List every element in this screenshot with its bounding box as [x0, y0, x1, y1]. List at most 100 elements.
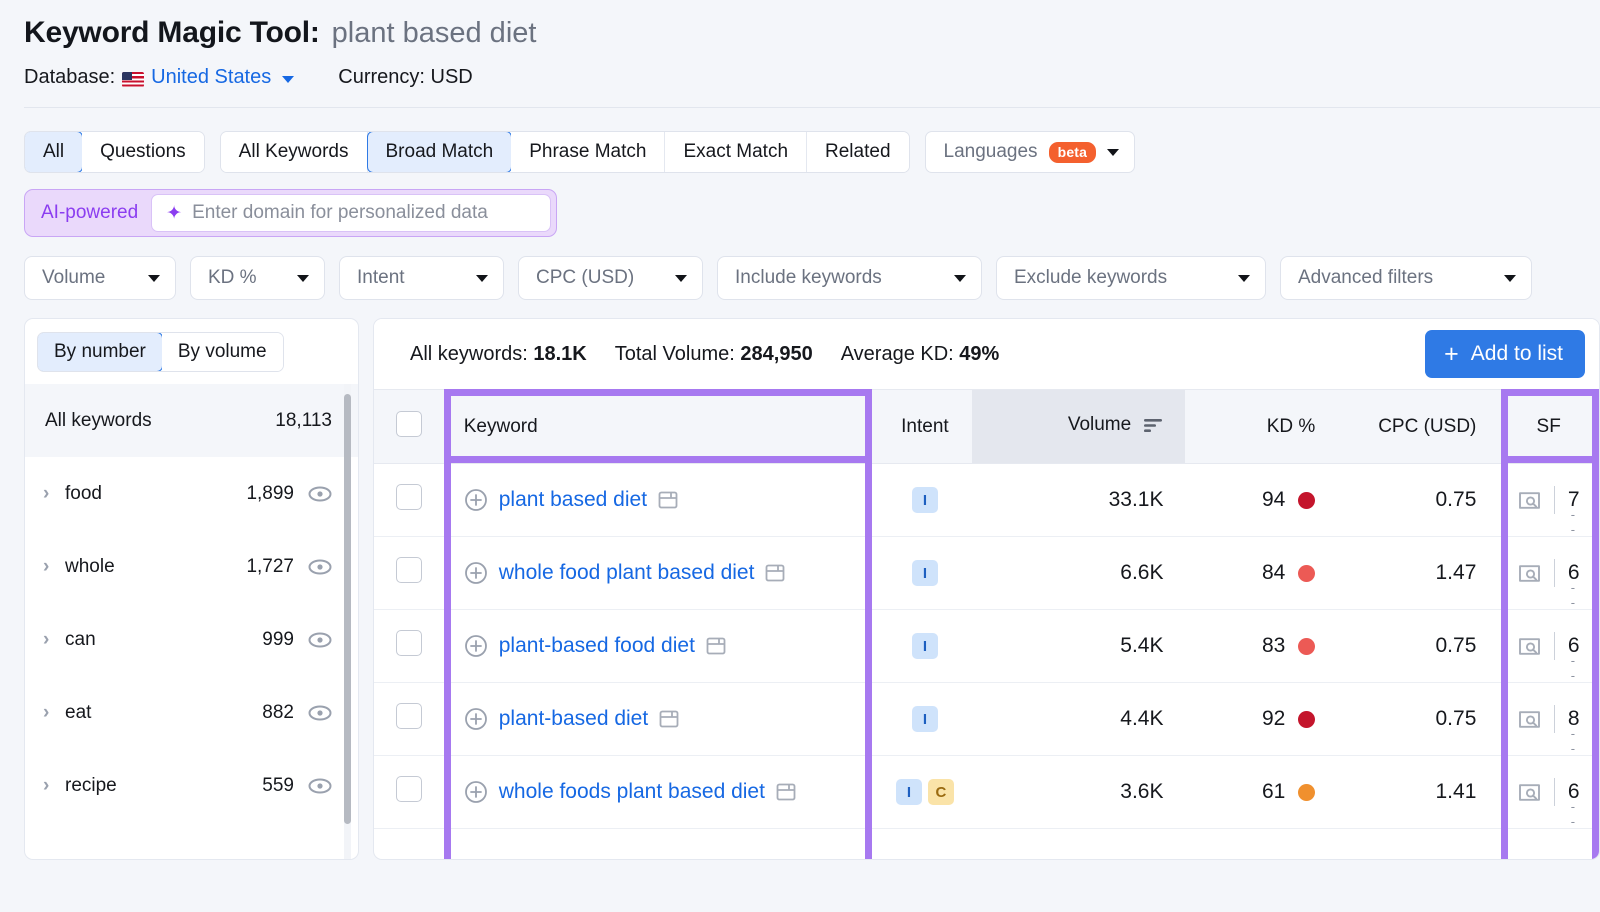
filter-exclude-keywords[interactable]: Exclude keywords	[996, 256, 1266, 300]
database-selector[interactable]: Database: United States	[24, 66, 294, 89]
filter-include-keywords[interactable]: Include keywords	[717, 256, 982, 300]
sidebar-item-whole[interactable]: › whole 1,727	[25, 530, 358, 603]
serp-features-icon[interactable]	[1518, 490, 1541, 511]
tab-related[interactable]: Related	[807, 132, 909, 172]
keyword-table-panel: All keywords: 18.1K Total Volume: 284,95…	[373, 318, 1600, 860]
row-checkbox[interactable]	[396, 776, 422, 802]
add-keyword-icon[interactable]	[464, 707, 488, 731]
serp-features-icon[interactable]	[1518, 709, 1541, 730]
keyword-link[interactable]: whole foods plant based diet	[499, 780, 765, 804]
column-header-cpc[interactable]: CPC (USD)	[1337, 390, 1498, 464]
keyword-link[interactable]: whole food plant based diet	[499, 561, 755, 585]
keyword-link[interactable]: plant based diet	[499, 488, 647, 512]
serp-preview-icon[interactable]	[776, 782, 796, 802]
add-to-list-button[interactable]: + Add to list	[1425, 330, 1585, 378]
tab-all-keywords[interactable]: All Keywords	[221, 132, 368, 172]
keyword-link[interactable]: plant-based food diet	[499, 634, 695, 658]
eye-icon[interactable]	[308, 559, 332, 575]
sidebar-scrollbar-thumb[interactable]	[344, 394, 351, 824]
eye-icon[interactable]	[308, 778, 332, 794]
add-keyword-icon[interactable]	[464, 780, 488, 804]
tab-broad-match[interactable]: Broad Match	[367, 131, 513, 173]
serp-preview-icon[interactable]	[765, 563, 785, 583]
intent-badge-commercial[interactable]: C	[928, 779, 954, 805]
row-checkbox[interactable]	[396, 703, 422, 729]
languages-dropdown[interactable]: Languages beta	[925, 131, 1136, 173]
keyword-link[interactable]: plant-based diet	[499, 707, 648, 731]
select-all-checkbox[interactable]	[396, 411, 422, 437]
table-row[interactable]: plant-based food diet I 5.4K 83	[374, 610, 1599, 683]
eye-icon[interactable]	[308, 632, 332, 648]
intent-badge-informational[interactable]: I	[912, 560, 938, 586]
keyword-cell: whole food plant based diet	[444, 537, 878, 610]
chevron-right-icon[interactable]: ›	[43, 775, 65, 797]
tab-all[interactable]: All	[24, 131, 83, 173]
sidebar-by-number-button[interactable]: By number	[37, 332, 163, 372]
chevron-down-icon	[476, 275, 488, 282]
row-select-cell	[374, 464, 444, 537]
intent-badge-informational[interactable]: I	[912, 487, 938, 513]
tab-phrase-match[interactable]: Phrase Match	[511, 132, 665, 172]
filter-cpc[interactable]: CPC (USD)	[518, 256, 703, 300]
sf-cell: 6	[1498, 537, 1599, 610]
chevron-down-icon	[297, 275, 309, 282]
serp-preview-icon[interactable]	[658, 490, 678, 510]
tab-questions[interactable]: Questions	[82, 132, 204, 172]
sidebar-by-volume-button[interactable]: By volume	[162, 333, 283, 371]
chevron-down-icon	[1238, 275, 1250, 282]
chevron-right-icon[interactable]: ›	[43, 556, 65, 578]
eye-icon[interactable]	[308, 486, 332, 502]
ai-powered-label: AI-powered	[30, 202, 151, 224]
summary-average-kd: Average KD: 49%	[841, 343, 1000, 366]
chevron-down-icon[interactable]	[282, 76, 294, 83]
column-header-kd[interactable]: KD %	[1185, 390, 1337, 464]
sidebar-item-can[interactable]: › can 999	[25, 603, 358, 676]
row-checkbox[interactable]	[396, 484, 422, 510]
table-row[interactable]: plant based diet I 33.1K 94	[374, 464, 1599, 537]
add-keyword-icon[interactable]	[464, 561, 488, 585]
filter-kd[interactable]: KD %	[190, 256, 325, 300]
add-keyword-icon[interactable]	[464, 634, 488, 658]
filter-label: CPC (USD)	[536, 267, 634, 289]
filter-intent[interactable]: Intent	[339, 256, 504, 300]
summary-total-volume: Total Volume: 284,950	[615, 343, 813, 366]
table-row[interactable]: plant-based diet I 4.4K 92	[374, 683, 1599, 756]
row-checkbox[interactable]	[396, 630, 422, 656]
sidebar-item-recipe[interactable]: › recipe 559	[25, 749, 358, 822]
serp-preview-icon[interactable]	[659, 709, 679, 729]
serp-features-icon[interactable]	[1518, 636, 1541, 657]
column-header-keyword[interactable]: Keyword	[444, 390, 878, 464]
row-checkbox[interactable]	[396, 557, 422, 583]
sidebar-item-food[interactable]: › food 1,899	[25, 457, 358, 530]
serp-features-icon[interactable]	[1518, 563, 1541, 584]
database-value[interactable]: United States	[151, 66, 271, 89]
sidebar-item-all-keywords[interactable]: All keywords 18,113	[25, 384, 358, 457]
chevron-right-icon[interactable]: ›	[43, 629, 65, 651]
keyword-cell: whole foods plant based diet	[444, 756, 878, 829]
filter-label: Intent	[357, 267, 405, 289]
filter-label: KD %	[208, 267, 257, 289]
column-header-intent[interactable]: Intent	[878, 390, 972, 464]
table-row[interactable]: whole foods plant based diet I C	[374, 756, 1599, 829]
domain-input-placeholder[interactable]: Enter domain for personalized data	[192, 202, 488, 224]
eye-icon[interactable]	[308, 705, 332, 721]
table-row[interactable]: whole food plant based diet I 6.6K 84	[374, 537, 1599, 610]
intent-badge-informational[interactable]: I	[896, 779, 922, 805]
column-header-volume[interactable]: Volume	[972, 390, 1185, 464]
serp-features-icon[interactable]	[1518, 782, 1541, 803]
tab-exact-match[interactable]: Exact Match	[665, 132, 807, 172]
intent-badge-informational[interactable]: I	[912, 633, 938, 659]
chevron-right-icon[interactable]: ›	[43, 483, 65, 505]
domain-input-wrapper[interactable]: ✦ Enter domain for personalized data	[151, 194, 551, 232]
row-select-cell	[374, 683, 444, 756]
add-keyword-icon[interactable]	[464, 488, 488, 512]
filter-advanced[interactable]: Advanced filters	[1280, 256, 1532, 300]
chevron-right-icon[interactable]: ›	[43, 702, 65, 724]
filter-volume[interactable]: Volume	[24, 256, 176, 300]
table-header-row: Keyword Intent Volume KD % CPC (USD) SF	[374, 390, 1599, 464]
intent-badge-informational[interactable]: I	[912, 706, 938, 732]
sidebar-item-eat[interactable]: › eat 882	[25, 676, 358, 749]
sort-descending-icon[interactable]	[1144, 417, 1163, 439]
column-header-sf[interactable]: SF	[1498, 390, 1599, 464]
serp-preview-icon[interactable]	[706, 636, 726, 656]
